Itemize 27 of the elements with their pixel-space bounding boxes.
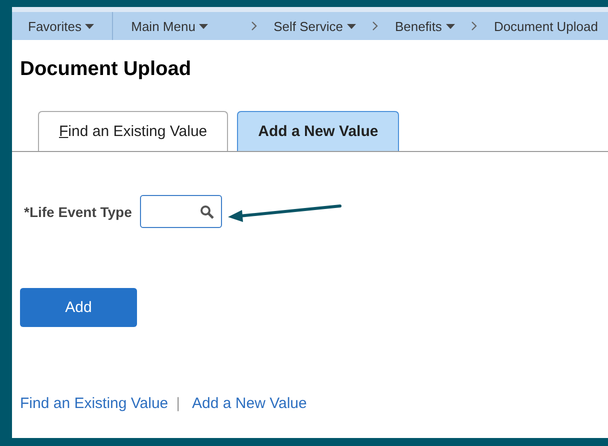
- caret-icon: [446, 24, 455, 28]
- nav-label: Document Upload: [494, 18, 598, 34]
- chevron-icon: [250, 21, 258, 31]
- chevron-icon: [470, 21, 478, 31]
- search-icon[interactable]: [200, 204, 214, 218]
- nav-menu-item[interactable]: Benefits: [384, 18, 465, 34]
- field-label: *Life Event Type: [24, 204, 132, 220]
- separator: |: [176, 395, 180, 412]
- chevron-icon: [372, 21, 379, 31]
- add-button[interactable]: Add: [20, 288, 137, 327]
- caret-icon: [346, 24, 356, 28]
- link[interactable]: Find an Existing Value: [20, 395, 168, 412]
- nav-label: Main Menu: [131, 18, 196, 34]
- caret-icon: [85, 24, 94, 28]
- nav-label: Self Service: [274, 18, 343, 34]
- caret-icon: [199, 24, 208, 28]
- nav-menu-item[interactable]: Document Upload: [484, 18, 608, 34]
- nav-menu-item[interactable]: Main Menu: [121, 18, 218, 34]
- nav-menu-item[interactable]: Favorites: [12, 18, 112, 34]
- tab[interactable]: Find an Existing Value: [38, 111, 228, 151]
- link[interactable]: Add a New Value: [192, 395, 307, 412]
- input-field[interactable]: [140, 195, 222, 228]
- tab[interactable]: Add a New Value: [237, 111, 400, 151]
- nav-label: Benefits: [394, 18, 442, 34]
- nav-menu-item[interactable]: Self Service: [264, 18, 366, 34]
- page-title: Document Upload: [20, 58, 192, 81]
- nav-label: Favorites: [28, 18, 82, 34]
